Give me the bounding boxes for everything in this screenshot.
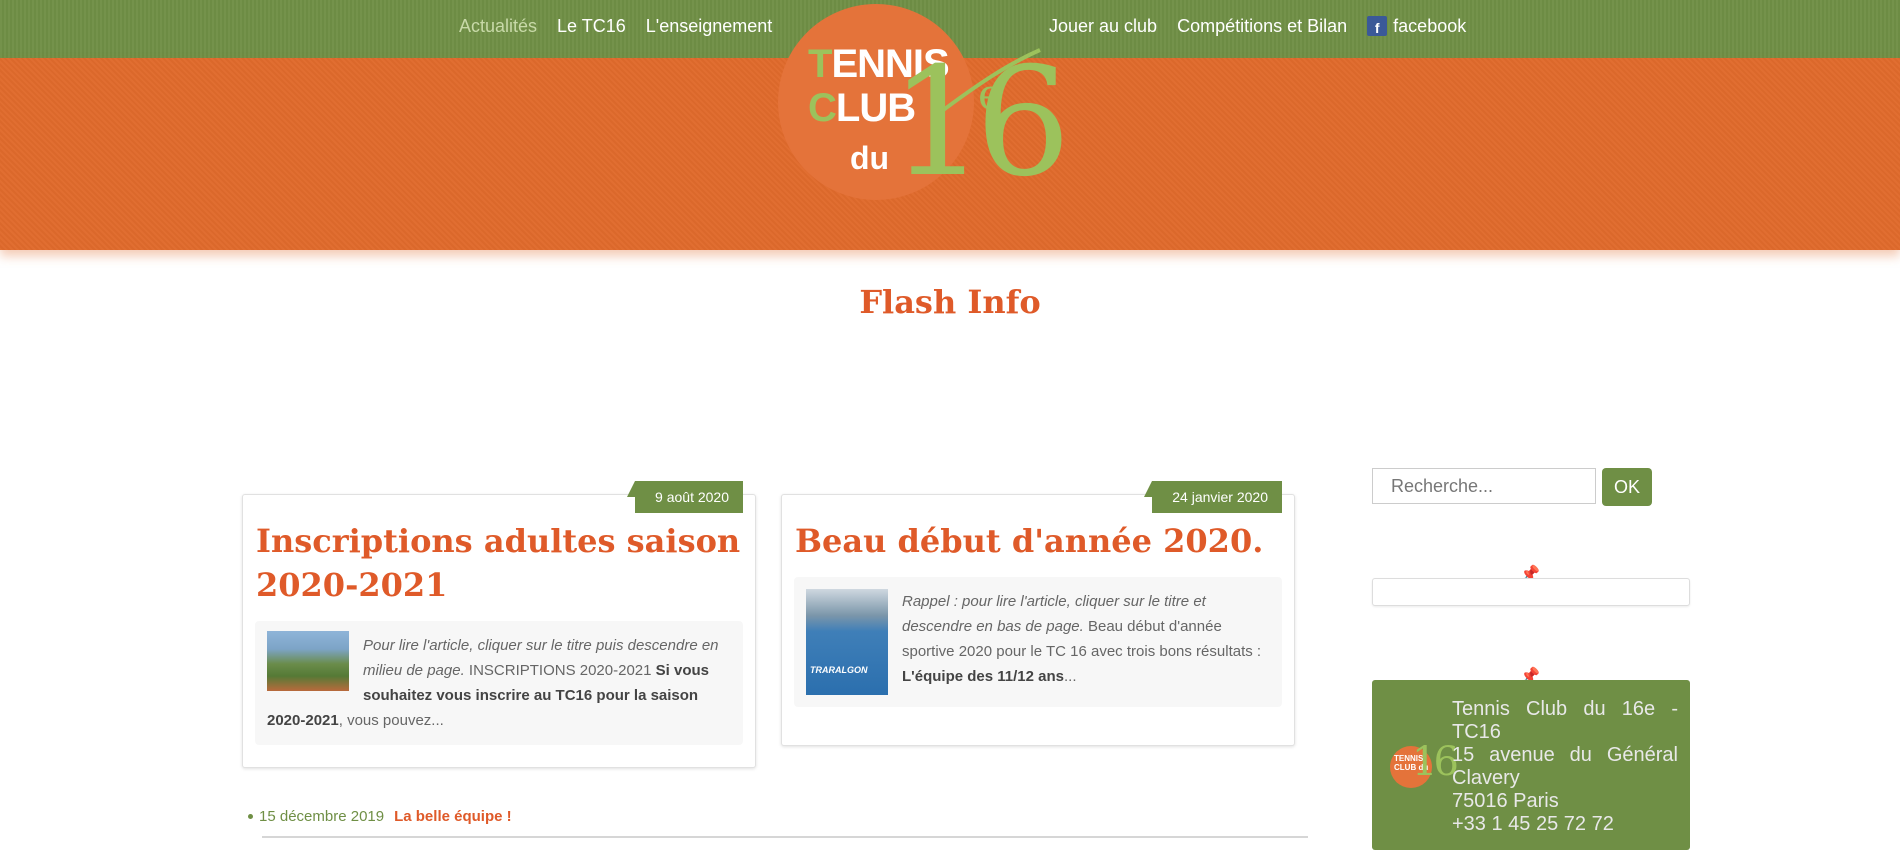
contact-address: Tennis Club du 16e - TC16 15 avenue du G… [1452,698,1678,836]
contact-line: 75016 Paris [1452,790,1559,812]
post-card: 24 janvier 2020 Beau début d'année 2020.… [781,481,1295,746]
nav-item-enseignement[interactable]: L'enseignement [646,16,773,37]
nav-left-group: Actualités Le TC16 L'enseignement [459,0,772,52]
facebook-label: facebook [1393,15,1467,36]
bullet-icon [248,814,253,819]
post-title-line: Inscriptions adultes saison [256,522,741,560]
divider [262,836,1308,838]
contact-logo-number: 16 [1412,739,1459,785]
older-post-link[interactable]: La belle équipe ! [394,808,512,825]
contact-line: 15 avenue du Général Clavery [1452,744,1678,789]
site-logo[interactable]: TENNIS CLUB du 16 e [778,4,1071,224]
page-title: Flash Info [859,283,1041,321]
logo-word-du: du [850,140,890,176]
contact-line: +33 1 45 25 72 72 [1452,813,1614,835]
older-post-item: 15 décembre 2019 La belle équipe ! [248,808,512,825]
post-excerpt: Pour lire l'article, cliquer sur le titr… [255,621,743,745]
contact-widget: TENNIS CLUB du 16 Tennis Club du 16e - T… [1372,680,1690,850]
excerpt-bold-text: L'équipe des 11/12 ans [902,668,1064,685]
search-button[interactable]: OK [1602,468,1652,506]
nav-item-competitions[interactable]: Compétitions et Bilan [1177,16,1347,37]
older-post-date: 15 décembre 2019 [259,808,385,825]
post-card: 9 août 2020 Inscriptions adultes saison … [242,481,756,768]
post-date-badge: 24 janvier 2020 [1144,481,1282,513]
search-input[interactable] [1372,468,1596,504]
nav-item-jouer-au-club[interactable]: Jouer au club [1049,16,1157,37]
thumbnail-caption: TRARALGON [810,665,868,675]
post-thumbnail[interactable]: TRARALGON [806,589,888,695]
post-title[interactable]: Inscriptions adultes saison 2020-2021 [256,519,740,607]
excerpt-text: INSCRIPTIONS 2020-2021 [464,662,656,679]
excerpt-ellipsis: ... [1063,668,1077,685]
post-date-badge: 9 août 2020 [627,481,743,513]
sidebar-widget [1372,578,1690,606]
logo-swoosh-icon [936,48,1041,116]
contact-logo: TENNIS CLUB du 16 [1390,742,1459,792]
nav-item-facebook[interactable]: f facebook [1367,16,1466,37]
nav-item-actualites[interactable]: Actualités [459,16,537,37]
nav-right-group: Jouer au club Compétitions et Bilan f fa… [1049,0,1466,52]
facebook-icon: f [1367,16,1388,36]
post-title[interactable]: Beau début d'année 2020. [795,519,1263,563]
post-excerpt: TRARALGON Rappel : pour lire l'article, … [794,577,1282,707]
post-title-line: 2020-2021 [256,566,448,604]
nav-item-le-tc16[interactable]: Le TC16 [557,16,626,37]
excerpt-ellipsis: , vous pouvez... [338,712,444,729]
contact-line: Tennis Club du 16e - TC16 [1452,698,1678,743]
post-thumbnail[interactable] [267,631,349,691]
